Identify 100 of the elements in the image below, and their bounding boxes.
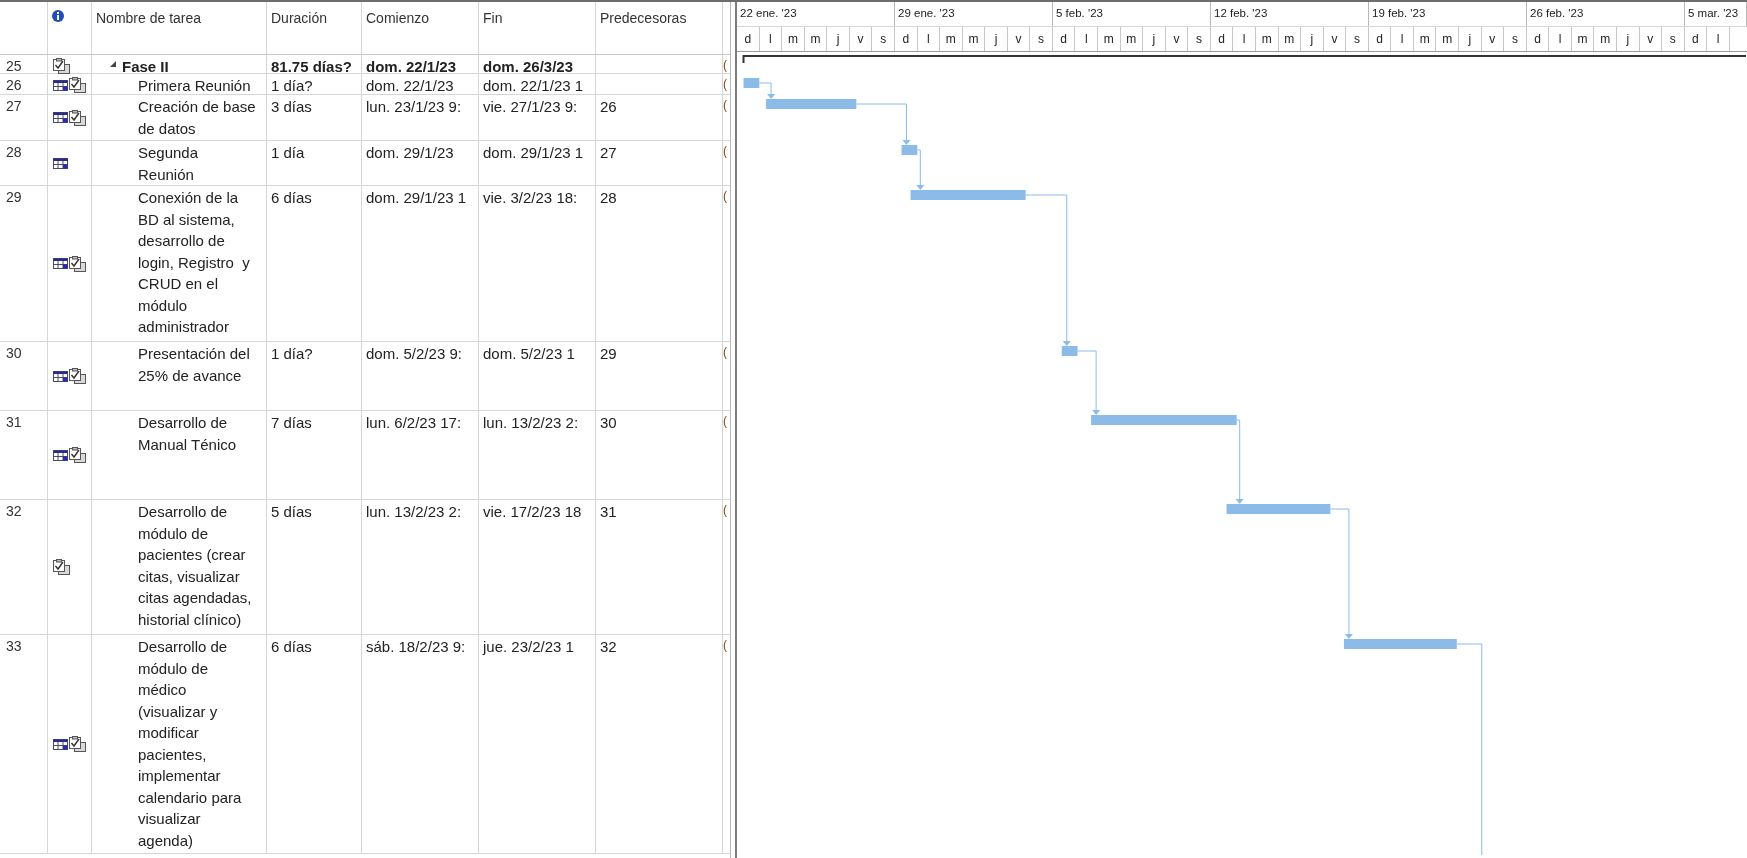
row-number: 28 <box>0 141 48 185</box>
collapse-triangle-icon[interactable] <box>110 61 116 67</box>
week-label: 22 ene. '23 <box>737 2 895 26</box>
column-header[interactable]: Comienzo <box>366 10 430 26</box>
finish-date-cell: vie. 3/2/23 18: <box>479 186 596 341</box>
column-header[interactable]: Predecesoras <box>600 10 687 26</box>
predecessors-cell: 30 <box>596 411 723 499</box>
week-label: 5 mar. '23 <box>1685 2 1747 26</box>
week-label: 12 feb. '23 <box>1211 2 1369 26</box>
day-label: d <box>1052 27 1076 51</box>
day-label: j <box>1459 27 1482 51</box>
cut-off-cell-text: ( <box>723 188 728 205</box>
day-label: l <box>1707 27 1730 51</box>
task-name: Presentación del 25% de avance <box>138 344 251 386</box>
finish-date-cell: dom. 26/3/23 <box>479 55 596 78</box>
day-label: j <box>1616 27 1640 51</box>
duration-cell: 6 días <box>267 635 362 853</box>
finish-date-cell: lun. 13/2/23 2: <box>479 411 596 499</box>
day-label: l <box>759 27 783 51</box>
row-number: 27 <box>0 95 48 140</box>
day-label: l <box>1075 27 1098 51</box>
start-date-cell: dom. 29/1/23 <box>362 141 479 185</box>
predecessors-cell: 31 <box>596 500 723 634</box>
predecessors-cell: 27 <box>596 141 723 185</box>
task-name: Conexión de la BD al sistema, desarrollo de login, Registro y CRUD en el módulo administrador <box>138 188 251 337</box>
finish-date-cell: jue. 23/2/23 1 <box>479 635 596 853</box>
day-label: l <box>1391 27 1414 51</box>
start-date-cell: lun. 13/2/23 2: <box>362 500 479 634</box>
duration-cell: 81.75 días? <box>267 55 362 78</box>
cut-off-cell-text: ( <box>723 502 728 519</box>
row-number: 30 <box>0 342 48 410</box>
predecessors-cell: 28 <box>596 186 723 341</box>
task-name: Segunda Reunión <box>138 143 200 185</box>
day-label: v <box>1481 27 1505 51</box>
cut-off-cell-text: ( <box>723 97 728 114</box>
finish-date-cell: vie. 27/1/23 9: <box>479 95 596 140</box>
start-date-cell: sáb. 18/2/23 9: <box>362 635 479 853</box>
day-label: d <box>737 27 760 51</box>
day-label: v <box>1165 27 1189 51</box>
day-label: v <box>849 27 873 51</box>
predecessors-cell: 29 <box>596 342 723 410</box>
start-date-cell: dom. 29/1/23 1 <box>362 186 479 341</box>
start-date-cell: lun. 6/2/23 17: <box>362 411 479 499</box>
day-label: d <box>1684 27 1708 51</box>
row-number: 32 <box>0 500 48 634</box>
day-label: s <box>1188 27 1211 51</box>
predecessors-cell: 26 <box>596 95 723 140</box>
day-label: m <box>962 27 986 51</box>
finish-date-cell: dom. 22/1/23 1 <box>479 74 596 97</box>
day-label: m <box>1098 27 1121 51</box>
day-label: v <box>1323 27 1347 51</box>
cut-off-cell-text: ( <box>723 344 728 361</box>
day-label: v <box>1639 27 1663 51</box>
cut-off-cell-text: ( <box>723 57 728 74</box>
day-label: s <box>1346 27 1369 51</box>
column-header[interactable]: Nombre de tarea <box>96 10 202 26</box>
day-label: d <box>1368 27 1392 51</box>
column-header[interactable]: Fin <box>483 10 503 26</box>
row-number: 29 <box>0 186 48 341</box>
duration-cell: 1 día <box>267 141 362 185</box>
finish-date-cell: dom. 29/1/23 1 <box>479 141 596 185</box>
day-label: m <box>1255 27 1279 51</box>
info-icon <box>52 10 64 22</box>
day-label: j <box>827 27 850 51</box>
day-label: d <box>894 27 918 51</box>
finish-date-cell: vie. 17/2/23 18 <box>479 500 596 634</box>
week-label: 29 ene. '23 <box>895 2 1053 26</box>
duration-cell: 5 días <box>267 500 362 634</box>
split-bar[interactable] <box>730 2 737 858</box>
day-label: s <box>1662 27 1685 51</box>
day-label: l <box>1233 27 1256 51</box>
day-label: m <box>804 27 828 51</box>
row-number: 25 <box>0 55 48 78</box>
day-label: m <box>1413 27 1437 51</box>
week-label: 5 feb. '23 <box>1053 2 1211 26</box>
week-label: 19 feb. '23 <box>1369 2 1527 26</box>
column-header[interactable]: Duración <box>271 10 328 26</box>
week-label: 26 feb. '23 <box>1527 2 1685 26</box>
day-label: d <box>1526 27 1550 51</box>
day-label: v <box>1007 27 1031 51</box>
day-label: d <box>1210 27 1234 51</box>
day-label: m <box>1278 27 1302 51</box>
day-label: m <box>1594 27 1617 51</box>
cut-off-cell-text: ( <box>723 76 728 93</box>
day-label: s <box>1030 27 1053 51</box>
day-label: m <box>782 27 805 51</box>
cut-off-cell-text: ( <box>723 637 728 654</box>
task-name: Desarrollo de Manual Ténico <box>138 413 238 455</box>
predecessors-cell: 32 <box>596 635 723 853</box>
row-number: 33 <box>0 635 48 853</box>
start-date-cell: dom. 22/1/23 <box>362 55 479 78</box>
cut-off-cell-text: ( <box>723 413 728 430</box>
task-name: Desarrollo de módulo de médico (visualizar y modificar pacientes, implementar calendario para visualizar agenda) <box>138 637 243 851</box>
row-number: 31 <box>0 411 48 499</box>
day-label: m <box>1120 27 1144 51</box>
duration-cell: 7 días <box>267 411 362 499</box>
day-label: l <box>917 27 941 51</box>
day-label: m <box>1571 27 1595 51</box>
day-label: j <box>1143 27 1166 51</box>
day-label: l <box>1549 27 1572 51</box>
